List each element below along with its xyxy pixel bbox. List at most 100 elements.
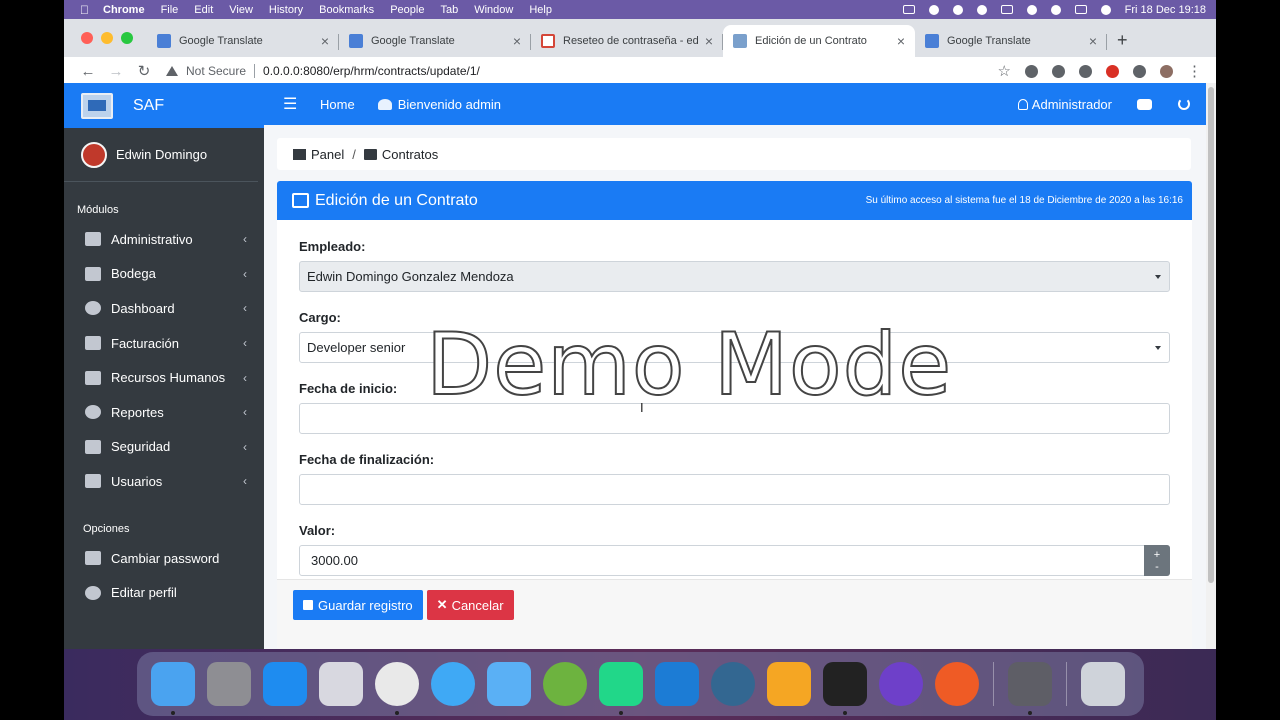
menu-people[interactable]: People [390, 4, 424, 16]
bird-icon[interactable] [952, 4, 963, 15]
amount-input[interactable]: 3000.00 + - [299, 545, 1170, 576]
sidebar-item-dashboard[interactable]: Dashboard ‹ [64, 291, 264, 326]
close-tab-icon[interactable]: × [705, 33, 713, 49]
menubar-clock[interactable]: Fri 18 Dec 19:18 [1125, 4, 1206, 16]
menubar-app-name[interactable]: Chrome [103, 4, 145, 16]
close-tab-icon[interactable]: × [1089, 33, 1097, 49]
minimize-window-button[interactable] [101, 32, 113, 44]
users-cog-icon[interactable] [1137, 98, 1152, 110]
app-store-icon[interactable] [263, 662, 307, 706]
zoom-window-button[interactable] [121, 32, 133, 44]
sidebar-item-administrativo[interactable]: Administrativo ‹ [64, 222, 264, 257]
security-status[interactable]: Not Secure [186, 64, 246, 78]
finder-icon[interactable] [151, 662, 195, 715]
close-tab-icon[interactable]: × [897, 33, 905, 49]
power-icon[interactable] [1178, 98, 1190, 110]
start-date-input[interactable] [299, 403, 1170, 434]
close-tab-icon[interactable]: × [513, 33, 521, 49]
bookmark-star-icon[interactable]: ☆ [998, 62, 1011, 80]
extension-icon[interactable] [1079, 64, 1092, 78]
admin-link[interactable]: Administrador [1017, 97, 1112, 112]
warning-icon[interactable] [166, 66, 178, 76]
postico-icon[interactable] [767, 662, 811, 706]
user-name[interactable]: Edwin Domingo [116, 147, 207, 162]
mail-icon[interactable] [487, 662, 531, 706]
url-text[interactable]: 0.0.0.0:8080/erp/hrm/contracts/update/1/ [263, 64, 480, 78]
xcode-icon[interactable] [655, 662, 699, 706]
creative-cloud-icon[interactable] [928, 4, 939, 15]
menu-view[interactable]: View [229, 4, 253, 16]
pgadmin-icon[interactable] [711, 662, 755, 706]
amount-stepper[interactable]: + - [1144, 545, 1170, 576]
trash-icon[interactable] [1081, 662, 1125, 706]
sidebar-item-recursos-humanos[interactable]: Recursos Humanos ‹ [64, 360, 264, 395]
menu-edit[interactable]: Edit [194, 4, 213, 16]
user-panel[interactable]: Edwin Domingo [64, 128, 258, 182]
more-menu-icon[interactable]: ⋮ [1187, 62, 1202, 80]
wifi-icon[interactable] [1026, 4, 1037, 15]
end-date-input[interactable] [299, 474, 1170, 505]
brand[interactable]: SAF [64, 83, 264, 128]
page-scrollbar[interactable] [1206, 83, 1216, 649]
control-center-icon[interactable] [1074, 5, 1087, 14]
github-desktop-icon[interactable] [879, 662, 923, 706]
breadcrumb-panel[interactable]: Panel [311, 147, 344, 162]
browser-tab-active[interactable]: Edición de un Contrato × [723, 25, 915, 57]
browser-tab[interactable]: Google Translate × [915, 25, 1107, 57]
close-window-button[interactable] [81, 32, 93, 44]
sidebar-item-editar-perfil[interactable]: Editar perfil [64, 575, 264, 610]
battery-icon[interactable] [1000, 5, 1013, 14]
sidebar-item-facturacion[interactable]: Facturación ‹ [64, 326, 264, 361]
cancel-button[interactable]: ✕ Cancelar [426, 590, 514, 620]
breadcrumb-contracts[interactable]: Contratos [382, 147, 438, 162]
new-tab-icon[interactable]: + [1107, 30, 1138, 57]
increment-button[interactable]: + [1154, 549, 1160, 561]
employee-select[interactable]: Edwin Domingo Gonzalez Mendoza [299, 261, 1170, 292]
photo-booth-icon[interactable] [1008, 662, 1052, 715]
sidebar-item-usuarios[interactable]: Usuarios ‹ [64, 464, 264, 499]
reload-icon[interactable]: ↻ [130, 62, 158, 80]
play-icon[interactable] [976, 4, 987, 15]
browser-tab[interactable]: Google Translate × [339, 25, 531, 57]
puzzle-icon[interactable] [1133, 64, 1146, 78]
menu-help[interactable]: Help [529, 4, 552, 16]
apple-icon[interactable]:  [80, 3, 89, 17]
close-tab-icon[interactable]: × [321, 33, 329, 49]
spotlight-search-icon[interactable] [1050, 4, 1061, 15]
sidebar-item-seguridad[interactable]: Seguridad ‹ [64, 430, 264, 465]
forward-icon[interactable]: → [102, 63, 130, 80]
back-icon[interactable]: ← [74, 63, 102, 80]
decrement-button[interactable]: - [1155, 561, 1159, 573]
chrome-icon[interactable] [375, 662, 419, 715]
menu-window[interactable]: Window [474, 4, 513, 16]
spring-tool-suite-icon[interactable] [543, 662, 587, 706]
safari-icon[interactable] [431, 662, 475, 706]
browser-tab[interactable]: Google Translate × [147, 25, 339, 57]
sidebar-item-cambiar-password[interactable]: Cambiar password [64, 541, 264, 576]
extension-icon[interactable] [1025, 64, 1038, 78]
postman-icon[interactable] [935, 662, 979, 706]
profile-avatar[interactable] [1160, 64, 1173, 78]
browser-tab[interactable]: Reseteo de contraseña - edgo × [531, 25, 723, 57]
extension-icon[interactable] [1106, 64, 1119, 78]
launchpad-icon[interactable] [319, 662, 363, 706]
sidebar-item-bodega[interactable]: Bodega ‹ [64, 257, 264, 292]
menu-tab[interactable]: Tab [440, 4, 458, 16]
siri-icon[interactable] [1100, 4, 1111, 15]
save-button[interactable]: Guardar registro [293, 590, 423, 620]
extension-icon[interactable] [1052, 64, 1065, 78]
sidebar-item-reportes[interactable]: Reportes ‹ [64, 395, 264, 430]
address-bar[interactable]: Not Secure 0.0.0.0:8080/erp/hrm/contract… [166, 59, 990, 83]
menu-file[interactable]: File [161, 4, 179, 16]
screen-record-icon[interactable] [902, 5, 915, 14]
home-link[interactable]: Home [320, 97, 355, 112]
pycharm-icon[interactable] [599, 662, 643, 715]
scrollbar-thumb[interactable] [1208, 87, 1214, 583]
position-select[interactable]: Developer senior [299, 332, 1170, 363]
menu-bookmarks[interactable]: Bookmarks [319, 4, 374, 16]
menu-history[interactable]: History [269, 4, 303, 16]
terminal-icon[interactable] [823, 662, 867, 715]
system-preferences-icon[interactable] [207, 662, 251, 706]
welcome-link[interactable]: Bienvenido admin [377, 97, 501, 112]
hamburger-menu-icon[interactable]: ☰ [283, 94, 297, 114]
